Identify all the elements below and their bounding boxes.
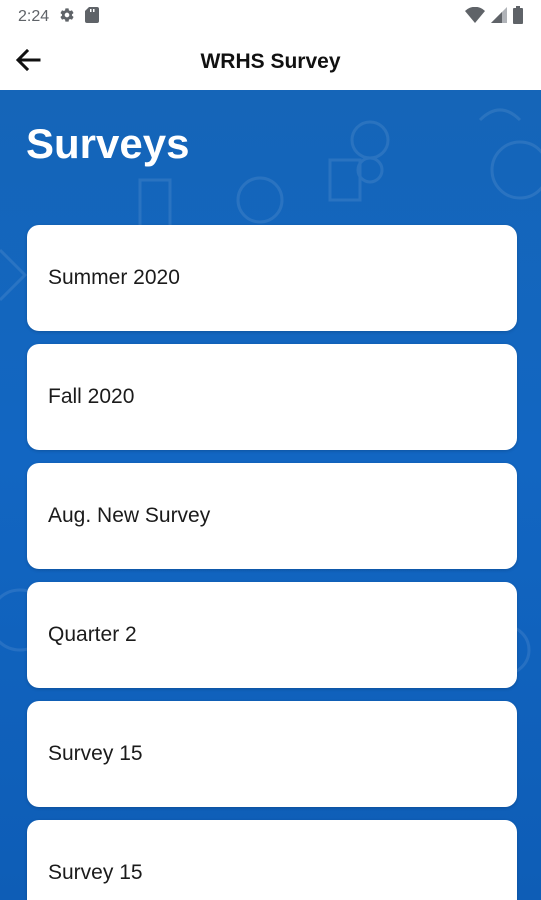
cell-signal-icon: [491, 6, 507, 28]
survey-card-label: Aug. New Survey: [48, 504, 211, 527]
survey-card[interactable]: Survey 15: [27, 701, 517, 807]
sd-card-icon: [85, 6, 100, 28]
survey-card[interactable]: Quarter 2: [27, 582, 517, 688]
survey-card-label: Survey 15: [48, 742, 143, 765]
survey-card-label: Survey 15: [48, 861, 143, 884]
survey-card[interactable]: Aug. New Survey: [27, 463, 517, 569]
survey-list: Summer 2020 Fall 2020 Aug. New Survey Qu…: [27, 225, 517, 900]
surveys-screen: Surveys Summer 2020 Fall 2020 Aug. New S…: [0, 90, 541, 900]
survey-card-label: Fall 2020: [48, 385, 135, 408]
status-bar: 2:24: [0, 0, 541, 34]
app-bar-title: WRHS Survey: [200, 50, 341, 73]
survey-card-label: Summer 2020: [48, 266, 180, 289]
battery-icon: [513, 5, 523, 29]
survey-card-label: Quarter 2: [48, 623, 137, 646]
status-bar-left: 2:24: [18, 6, 100, 28]
page-heading: Surveys: [26, 120, 190, 167]
status-bar-right: [465, 5, 523, 29]
back-button[interactable]: [8, 42, 48, 82]
app-bar: WRHS Survey: [0, 34, 541, 90]
survey-card[interactable]: Fall 2020: [27, 344, 517, 450]
status-time: 2:24: [18, 8, 50, 25]
arrow-left-icon: [15, 48, 41, 76]
survey-card[interactable]: Survey 15: [27, 820, 517, 900]
survey-card[interactable]: Summer 2020: [27, 225, 517, 331]
settings-icon: [59, 7, 75, 28]
wifi-icon: [465, 6, 485, 28]
